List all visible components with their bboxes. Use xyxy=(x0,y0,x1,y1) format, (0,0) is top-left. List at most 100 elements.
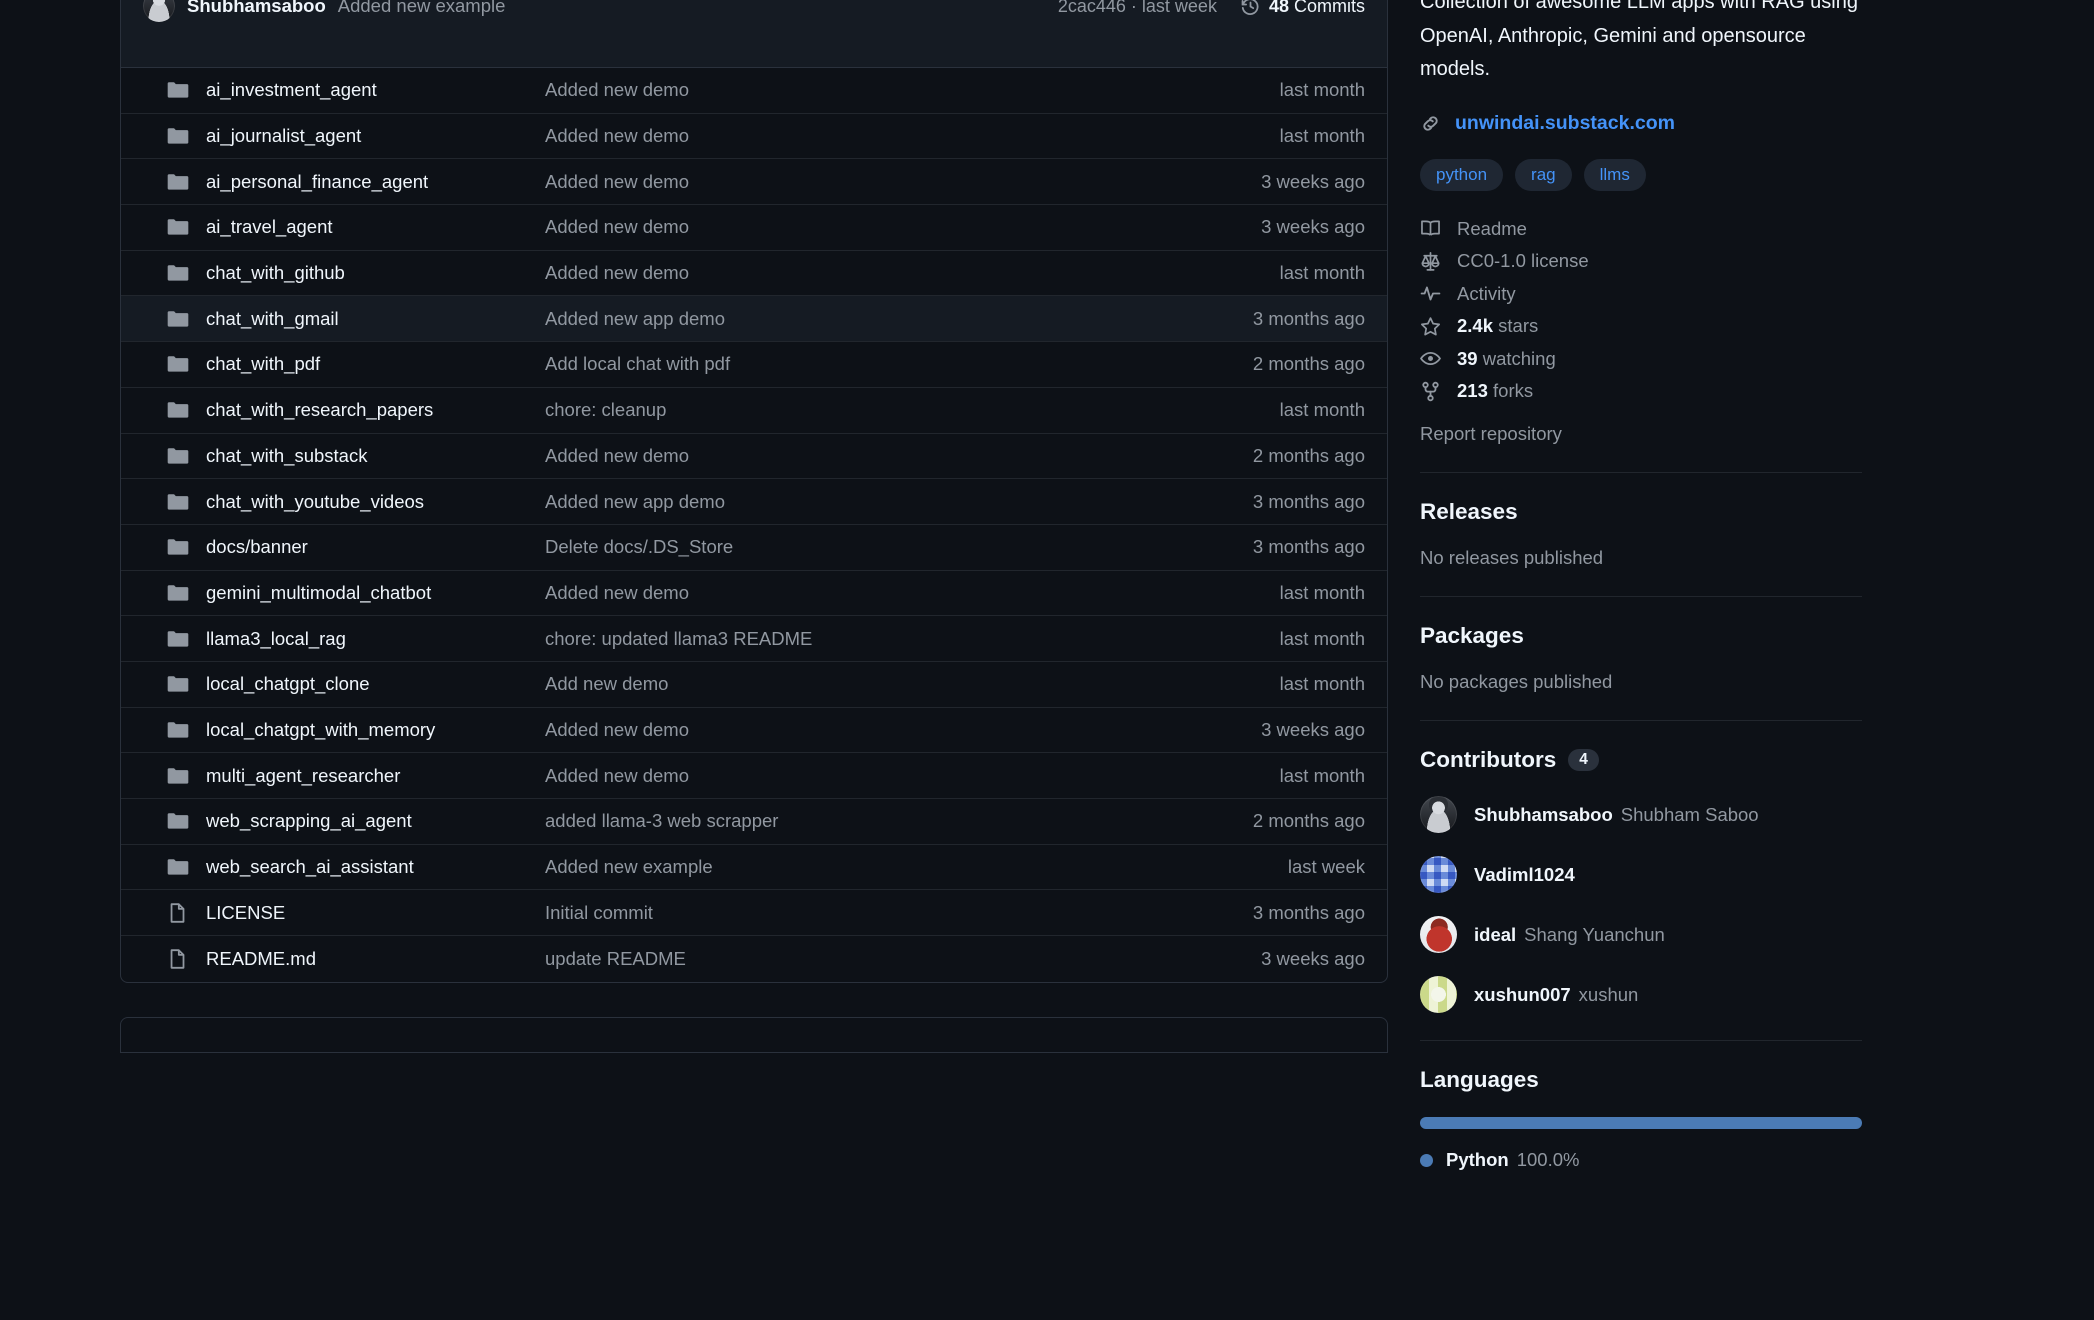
language-bar[interactable] xyxy=(1420,1117,1862,1129)
file-name-cell[interactable]: ai_journalist_agent xyxy=(143,125,513,147)
file-name-label[interactable]: chat_with_pdf xyxy=(206,353,320,375)
topic-tag[interactable]: rag xyxy=(1515,158,1572,191)
language-item[interactable]: Python 100.0% xyxy=(1420,1149,1974,1171)
table-row[interactable]: ai_journalist_agent Added new demo last mo… xyxy=(121,114,1387,160)
file-name-label[interactable]: README.md xyxy=(206,948,316,970)
contributor-item[interactable]: xushun007 xushun xyxy=(1420,976,1974,1013)
commit-message-cell[interactable]: Added new demo xyxy=(513,79,1280,101)
contributor-name[interactable]: ideal Shang Yuanchun xyxy=(1474,924,1665,946)
commit-message-cell[interactable]: Added new app demo xyxy=(513,491,1253,513)
commit-message-cell[interactable]: Added new demo xyxy=(513,262,1280,284)
file-name-label[interactable]: chat_with_github xyxy=(206,262,345,284)
avatar[interactable] xyxy=(1420,916,1457,953)
file-name-label[interactable]: chat_with_substack xyxy=(206,445,367,467)
topic-tag[interactable]: python xyxy=(1420,158,1504,191)
author-avatar[interactable] xyxy=(143,0,175,22)
table-row[interactable]: README.md update README 3 weeks ago xyxy=(121,936,1387,982)
file-name-label[interactable]: gemini_multimodal_chatbot xyxy=(206,582,431,604)
report-repository-link[interactable]: Report repository xyxy=(1420,423,1974,445)
commit-message-cell[interactable]: chore: cleanup xyxy=(513,399,1280,421)
file-name-cell[interactable]: ai_personal_finance_agent xyxy=(143,171,513,193)
table-row[interactable]: ai_investment_agent Added new demo last mo… xyxy=(121,68,1387,114)
file-name-label[interactable]: ai_travel_agent xyxy=(206,216,333,238)
contributor-item[interactable]: Shubhamsaboo Shubham Saboo xyxy=(1420,796,1974,833)
file-name-cell[interactable]: gemini_multimodal_chatbot xyxy=(143,582,513,604)
file-name-label[interactable]: docs/banner xyxy=(206,536,308,558)
table-row[interactable]: LICENSE Initial commit 3 months ago xyxy=(121,890,1387,937)
topic-tag[interactable]: llms xyxy=(1583,158,1646,191)
commit-message-cell[interactable]: Added new example xyxy=(513,856,1288,878)
file-name-label[interactable]: chat_with_gmail xyxy=(206,308,339,330)
file-name-cell[interactable]: multi_agent_researcher xyxy=(143,765,513,787)
table-row[interactable]: ai_personal_finance_agent Added new demo 3… xyxy=(121,159,1387,206)
file-name-label[interactable]: multi_agent_researcher xyxy=(206,765,400,787)
file-name-label[interactable]: chat_with_youtube_videos xyxy=(206,491,424,513)
file-name-label[interactable]: chat_with_research_papers xyxy=(206,399,433,421)
file-name-label[interactable]: local_chatgpt_with_memory xyxy=(206,719,435,741)
file-name-cell[interactable]: ai_travel_agent xyxy=(143,216,513,238)
meta-link-cc0-1-0-license[interactable]: CC0-1.0 license xyxy=(1420,250,1974,272)
table-row[interactable]: chat_with_gmail Added new app demo 3 month… xyxy=(121,296,1387,343)
table-row[interactable]: chat_with_research_papers chore: cleanup l… xyxy=(121,388,1387,434)
table-row[interactable]: gemini_multimodal_chatbot Added new demo l… xyxy=(121,571,1387,617)
file-name-cell[interactable]: LICENSE xyxy=(143,902,513,924)
commit-message-cell[interactable]: chore: updated llama3 README xyxy=(513,628,1280,650)
file-name-label[interactable]: web_scrapping_ai_agent xyxy=(206,810,412,832)
contributor-name[interactable]: xushun007 xushun xyxy=(1474,984,1638,1006)
table-row[interactable]: local_chatgpt_clone Add new demo last mont… xyxy=(121,662,1387,708)
meta-link-stars[interactable]: 2.4k stars xyxy=(1420,315,1974,337)
file-name-cell[interactable]: llama3_local_rag xyxy=(143,628,513,650)
commit-message-cell[interactable]: Delete docs/.DS_Store xyxy=(513,536,1253,558)
contributor-name[interactable]: Shubhamsaboo Shubham Saboo xyxy=(1474,804,1759,826)
meta-link-activity[interactable]: Activity xyxy=(1420,283,1974,305)
file-name-cell[interactable]: ai_investment_agent xyxy=(143,79,513,101)
table-row[interactable]: chat_with_github Added new demo last month xyxy=(121,251,1387,297)
commits-link[interactable]: 48 Commits xyxy=(1241,0,1365,17)
meta-link-watching[interactable]: 39 watching xyxy=(1420,348,1974,370)
commit-message-cell[interactable]: Added new demo xyxy=(513,445,1253,467)
commit-sha-and-time[interactable]: 2cac446 · last week xyxy=(1058,0,1217,17)
commit-message-cell[interactable]: Added new app demo xyxy=(513,308,1253,330)
table-row[interactable]: chat_with_substack Added new demo 2 months… xyxy=(121,434,1387,480)
commit-message-cell[interactable]: Added new demo xyxy=(513,125,1280,147)
file-name-cell[interactable]: local_chatgpt_with_memory xyxy=(143,719,513,741)
commit-message-cell[interactable]: Add local chat with pdf xyxy=(513,353,1253,375)
contributor-name[interactable]: Vadiml1024 xyxy=(1474,864,1575,886)
commit-message-cell[interactable]: Added new demo xyxy=(513,171,1261,193)
file-name-label[interactable]: LICENSE xyxy=(206,902,285,924)
file-name-cell[interactable]: docs/banner xyxy=(143,536,513,558)
file-name-label[interactable]: ai_personal_finance_agent xyxy=(206,171,428,193)
file-name-cell[interactable]: web_search_ai_assistant xyxy=(143,856,513,878)
table-row[interactable]: llama3_local_rag chore: updated llama3 RE… xyxy=(121,616,1387,662)
commit-message-cell[interactable]: Added new demo xyxy=(513,719,1261,741)
file-name-label[interactable]: ai_investment_agent xyxy=(206,79,377,101)
table-row[interactable]: multi_agent_researcher Added new demo last… xyxy=(121,753,1387,799)
avatar[interactable] xyxy=(1420,856,1457,893)
file-name-label[interactable]: ai_journalist_agent xyxy=(206,125,361,147)
commit-message-cell[interactable]: Added new demo xyxy=(513,582,1280,604)
meta-link-readme[interactable]: Readme xyxy=(1420,218,1974,240)
table-row[interactable]: ai_travel_agent Added new demo 3 weeks ago xyxy=(121,205,1387,251)
file-name-label[interactable]: llama3_local_rag xyxy=(206,628,346,650)
avatar[interactable] xyxy=(1420,796,1457,833)
commit-message-cell[interactable]: Initial commit xyxy=(513,902,1253,924)
commit-message-cell[interactable]: Add new demo xyxy=(513,673,1280,695)
commit-message-cell[interactable]: Added new demo xyxy=(513,765,1280,787)
file-name-cell[interactable]: chat_with_youtube_videos xyxy=(143,491,513,513)
commit-message-cell[interactable]: added llama-3 web scrapper xyxy=(513,810,1253,832)
commit-message[interactable]: Added new example xyxy=(338,0,506,17)
commit-message-cell[interactable]: update README xyxy=(513,948,1261,970)
file-name-cell[interactable]: local_chatgpt_clone xyxy=(143,673,513,695)
table-row[interactable]: web_scrapping_ai_agent added llama-3 web … xyxy=(121,799,1387,845)
file-name-cell[interactable]: chat_with_research_papers xyxy=(143,399,513,421)
contributor-item[interactable]: Vadiml1024 xyxy=(1420,856,1974,893)
table-row[interactable]: chat_with_youtube_videos Added new app de… xyxy=(121,479,1387,525)
file-name-cell[interactable]: README.md xyxy=(143,948,513,970)
file-name-cell[interactable]: chat_with_gmail xyxy=(143,308,513,330)
homepage-link[interactable]: unwindai.substack.com xyxy=(1455,112,1675,135)
file-name-cell[interactable]: chat_with_substack xyxy=(143,445,513,467)
file-name-cell[interactable]: chat_with_github xyxy=(143,262,513,284)
table-row[interactable]: chat_with_pdf Add local chat with pdf 2 mo… xyxy=(121,342,1387,388)
file-name-label[interactable]: web_search_ai_assistant xyxy=(206,856,414,878)
contributor-item[interactable]: ideal Shang Yuanchun xyxy=(1420,916,1974,953)
